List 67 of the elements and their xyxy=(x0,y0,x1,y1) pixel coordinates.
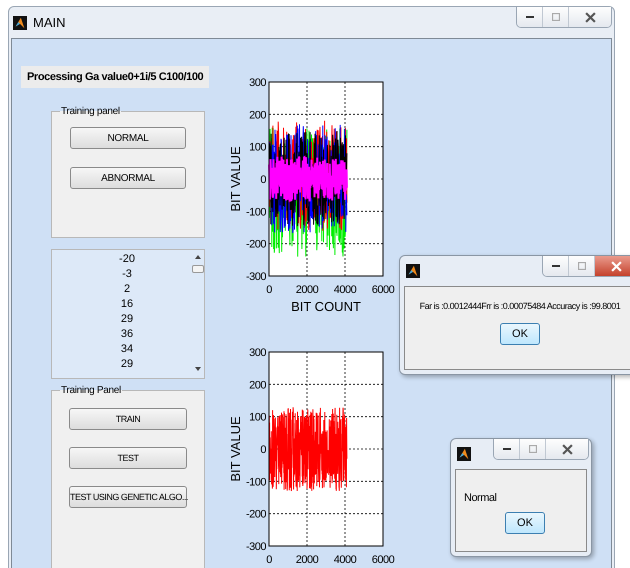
minimize-icon xyxy=(502,447,512,451)
list-item[interactable]: 29 xyxy=(52,357,192,372)
minimize-icon xyxy=(524,15,534,19)
x-tick-label: 0 xyxy=(266,554,272,566)
scroll-down-icon[interactable] xyxy=(195,367,201,371)
list-item[interactable]: 36 xyxy=(52,327,192,342)
y-tick-label: -300 xyxy=(246,271,266,283)
status-label: Processing Ga value0+1i/5 C100/100 xyxy=(21,66,210,88)
y-axis-label: BIT VALUE xyxy=(228,416,243,482)
app-logo-icon xyxy=(13,14,27,30)
x-axis-label: BIT COUNT xyxy=(291,299,361,314)
y-tick-label: -300 xyxy=(246,541,266,553)
x-tick-label: 2000 xyxy=(296,554,318,566)
y-tick-label: -100 xyxy=(246,476,266,488)
list-item[interactable]: 2 xyxy=(52,282,192,297)
maximize-icon xyxy=(528,445,536,453)
app-logo-icon xyxy=(457,446,471,462)
list-item[interactable]: -20 xyxy=(52,252,192,267)
minimize-button[interactable] xyxy=(543,256,569,276)
list-item[interactable]: 34 xyxy=(52,342,192,357)
list-item[interactable]: -3 xyxy=(52,267,192,282)
maximize-icon xyxy=(578,262,586,270)
y-tick-label: 200 xyxy=(249,379,266,392)
y-tick-label: -100 xyxy=(246,206,266,218)
y-tick-label: 100 xyxy=(249,142,266,154)
scroll-thumb[interactable] xyxy=(192,265,204,273)
ok-button[interactable]: OK xyxy=(500,323,540,345)
ok-button[interactable]: OK xyxy=(505,512,545,534)
list-item[interactable]: 29 xyxy=(52,312,192,327)
panel-button[interactable]: TEST xyxy=(69,447,187,469)
close-icon xyxy=(584,12,596,22)
close-icon xyxy=(562,444,572,454)
x-tick-label: 2000 xyxy=(296,284,318,296)
x-tick-label: 4000 xyxy=(334,554,356,566)
minimize-button[interactable] xyxy=(494,439,520,459)
y-tick-label: -200 xyxy=(246,238,266,251)
close-icon xyxy=(610,260,622,272)
close-button[interactable] xyxy=(546,439,588,459)
y-tick-label: 300 xyxy=(249,77,266,89)
panel-title: Training panel xyxy=(60,106,121,117)
x-tick-label: 6000 xyxy=(372,554,394,566)
close-button[interactable] xyxy=(569,7,611,27)
y-tick-label: 0 xyxy=(260,444,266,456)
panel-title: Training Panel xyxy=(60,385,122,396)
panel-button[interactable]: TRAIN xyxy=(69,408,187,430)
y-axis-label: BIT VALUE xyxy=(228,146,243,212)
dialog-message: Normal xyxy=(464,492,496,504)
close-button[interactable] xyxy=(595,256,630,276)
app-logo-icon xyxy=(406,263,420,279)
y-tick-label: 100 xyxy=(249,412,266,424)
x-tick-label: 6000 xyxy=(372,284,394,296)
minimize-icon xyxy=(550,264,560,268)
x-tick-label: 0 xyxy=(266,284,272,296)
x-tick-label: 4000 xyxy=(334,284,356,296)
y-tick-label: 200 xyxy=(249,109,266,122)
y-tick-label: 300 xyxy=(249,347,266,359)
minimize-button[interactable] xyxy=(517,7,543,27)
y-tick-label: 0 xyxy=(260,174,266,186)
list-item[interactable]: 16 xyxy=(52,297,192,312)
panel-button[interactable]: NORMAL xyxy=(70,127,186,149)
window-title: MAIN xyxy=(33,15,66,30)
maximize-icon xyxy=(552,13,560,21)
scroll-up-icon[interactable] xyxy=(195,255,201,259)
panel-button[interactable]: TEST USING GENETIC ALGO... xyxy=(69,486,187,508)
panel-button[interactable]: ABNORMAL xyxy=(70,167,186,189)
y-tick-label: -200 xyxy=(246,508,266,521)
dialog-message: Far is :0.0012444Frr is :0.00075484 Accuracy is :99.8001 xyxy=(420,301,620,311)
